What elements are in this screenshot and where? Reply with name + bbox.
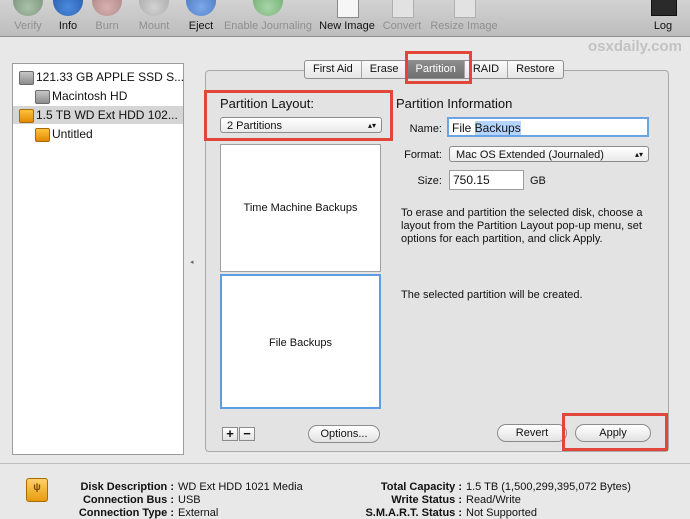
partition-size-field[interactable]: 750.15 — [449, 170, 524, 190]
popup-arrows-icon: ▴▾ — [634, 150, 643, 159]
tab-first-aid[interactable]: First Aid — [305, 61, 362, 78]
info-button[interactable]: Info — [52, 0, 84, 36]
volume-icon — [35, 90, 50, 104]
add-partition-button[interactable]: + — [222, 427, 238, 441]
total-capacity-label: Total Capacity : — [380, 481, 462, 493]
hard-disk-icon — [19, 71, 34, 85]
disk-description-value: WD Ext HDD 1021 Media — [178, 481, 303, 493]
journaling-icon — [253, 0, 283, 16]
connection-type-value: External — [178, 507, 219, 519]
sidebar-item-untitled[interactable]: Untitled — [13, 125, 183, 143]
smart-status-value: Not Supported — [466, 507, 537, 519]
size-unit: GB — [530, 175, 546, 187]
watermark: osxdaily.com — [588, 38, 682, 55]
partition-block-file-backups[interactable]: File Backups — [220, 274, 381, 409]
resize-image-icon — [454, 0, 476, 18]
tab-erase[interactable]: Erase — [362, 61, 408, 78]
info-icon — [53, 0, 83, 16]
resize-image-button[interactable]: Resize Image — [428, 0, 500, 36]
format-label: Format: — [404, 149, 442, 161]
remove-partition-button[interactable]: − — [239, 427, 255, 441]
connection-type-label: Connection Type : — [78, 507, 174, 519]
sidebar-item-wd-ext-hdd[interactable]: 1.5 TB WD Ext HDD 102... — [13, 106, 183, 124]
verify-icon — [13, 0, 43, 16]
disk-description-label: Disk Description : — [80, 481, 174, 493]
external-disk-icon — [19, 109, 34, 123]
write-status-value: Read/Write — [466, 494, 521, 506]
eject-button[interactable]: Eject — [184, 0, 218, 36]
enable-journaling-button[interactable]: Enable Journaling — [222, 0, 314, 36]
convert-button[interactable]: Convert — [380, 0, 424, 36]
log-icon — [651, 0, 677, 16]
external-volume-icon — [35, 128, 50, 142]
total-capacity-value: 1.5 TB (1,500,299,395,072 Bytes) — [466, 481, 631, 493]
mount-button[interactable]: Mount — [134, 0, 174, 36]
sidebar-item-macintosh-hd[interactable]: Macintosh HD — [13, 87, 183, 105]
eject-icon — [186, 0, 216, 16]
burn-button[interactable]: Burn — [90, 0, 124, 36]
name-label: Name: — [409, 123, 442, 135]
mount-icon — [139, 0, 169, 16]
split-view-handle[interactable]: ◂ — [190, 258, 195, 266]
partition-tab-highlight — [405, 51, 472, 84]
convert-icon — [392, 0, 414, 18]
size-label: Size: — [417, 175, 442, 187]
format-popup[interactable]: Mac OS Extended (Journaled) ▴▾ — [449, 146, 649, 162]
partition-block-time-machine[interactable]: Time Machine Backups — [220, 144, 381, 272]
partition-name-field[interactable]: File Backups — [447, 117, 649, 137]
log-button[interactable]: Log — [646, 0, 680, 36]
tab-restore[interactable]: Restore — [508, 61, 563, 78]
toolbar: Verify Info Burn Mount Eject Enable Jour… — [0, 0, 690, 37]
partition-status-text: The selected partition will be created. — [401, 289, 583, 301]
options-button[interactable]: Options... — [308, 425, 380, 443]
info-separator — [0, 463, 690, 464]
apply-button-highlight — [562, 413, 668, 451]
verify-button[interactable]: Verify — [8, 0, 48, 36]
write-status-label: Write Status : — [391, 494, 462, 506]
new-image-icon — [337, 0, 359, 18]
connection-bus-value: USB — [178, 494, 201, 506]
new-image-button[interactable]: New Image — [318, 0, 376, 36]
smart-status-label: S.M.A.R.T. Status : — [365, 507, 462, 519]
partition-instructions: To erase and partition the selected disk… — [401, 207, 643, 245]
partition-layout-highlight — [204, 90, 393, 141]
revert-button[interactable]: Revert — [497, 424, 567, 442]
partition-information-heading: Partition Information — [396, 96, 513, 111]
burn-icon — [92, 0, 122, 16]
sidebar-item-apple-ssd[interactable]: 121.33 GB APPLE SSD S... — [13, 68, 184, 86]
usb-disk-icon: ψ — [26, 478, 48, 502]
disk-list[interactable]: 121.33 GB APPLE SSD S... Macintosh HD 1.… — [12, 63, 184, 455]
connection-bus-label: Connection Bus : — [82, 494, 174, 506]
